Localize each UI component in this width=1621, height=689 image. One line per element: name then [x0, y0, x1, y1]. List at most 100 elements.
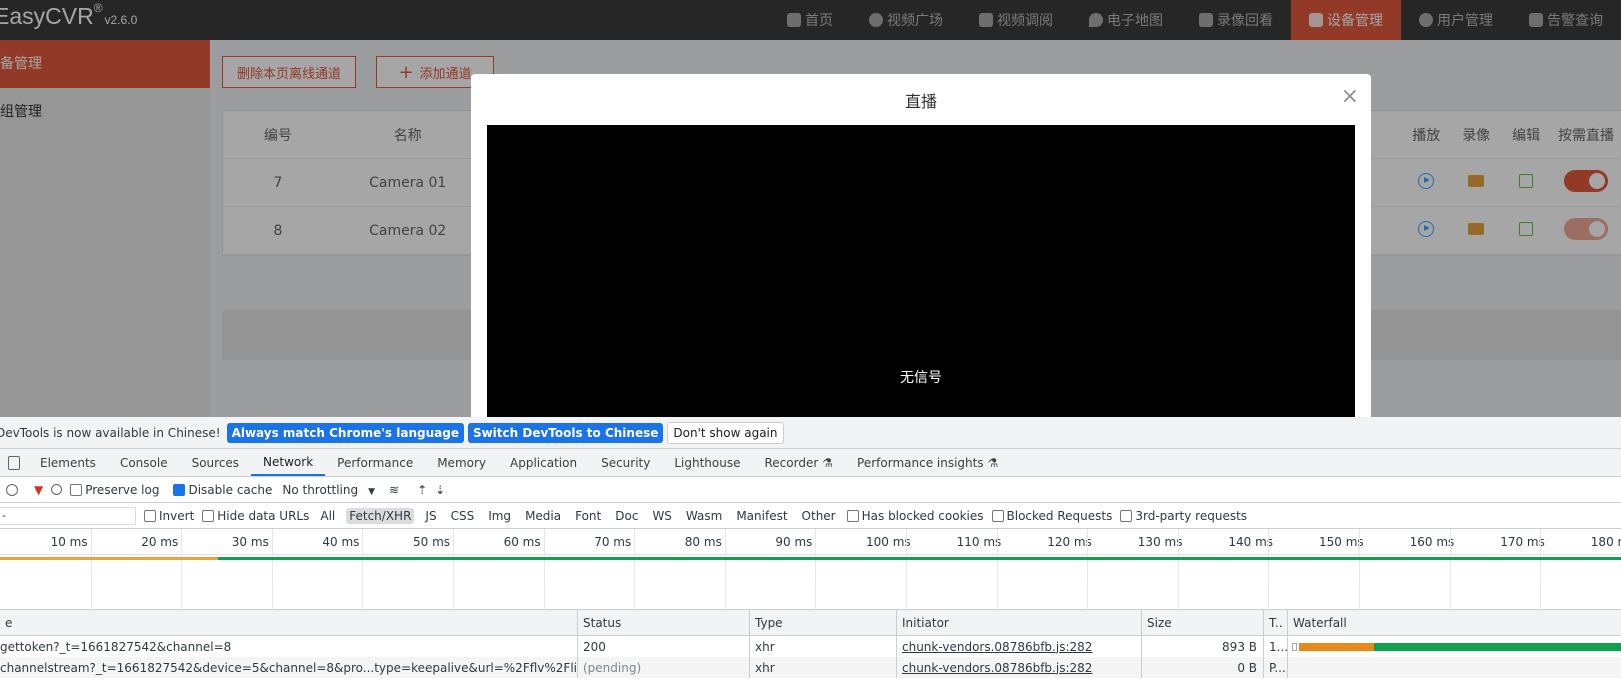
checkbox-box — [991, 510, 1004, 522]
request-initiator-link[interactable]: chunk-vendors.08786bfb.js:282 — [902, 661, 1092, 675]
search-icon[interactable] — [51, 484, 63, 495]
filter-type-ws[interactable]: WS — [649, 508, 674, 524]
easycvr-app: EasyCVR®v2.6.0 首页 视频广场 视频调阅 电子地图 录像回看 设备… — [0, 0, 1621, 417]
checkbox-box — [173, 484, 186, 496]
tab-console[interactable]: Console — [108, 449, 180, 476]
timeline-tick-label: 150 ms — [1319, 535, 1364, 549]
filter-type-fetch-xhr[interactable]: Fetch/XHR — [346, 507, 415, 524]
filter-type-css[interactable]: CSS — [448, 508, 478, 524]
overview-waiting-bar — [0, 557, 218, 560]
checkbox-box — [846, 510, 859, 522]
preserve-log-label: Preserve log — [85, 482, 160, 497]
request-row[interactable]: gettoken?_t=1661827542&channel=8 200 xhr… — [0, 636, 1621, 657]
checkbox-box — [202, 510, 215, 522]
checkbox-box — [1120, 510, 1133, 522]
dont-show-again-button[interactable]: Don't show again — [667, 421, 784, 444]
import-har-icon[interactable]: ⇡ — [417, 483, 427, 497]
tab-performance[interactable]: Performance — [325, 449, 425, 476]
blocked-requests-label: Blocked Requests — [1006, 508, 1113, 523]
filter-type-all[interactable]: All — [317, 508, 338, 524]
request-waterfall — [1288, 657, 1621, 678]
devtools-tabs: Elements Console Sources Network Perform… — [0, 449, 1621, 477]
request-type: xhr — [750, 636, 897, 657]
has-blocked-cookies-checkbox[interactable]: Has blocked cookies — [846, 508, 984, 523]
request-grid-header: e Status Type Initiator Size T.. Waterfa… — [0, 610, 1621, 636]
filter-type-js[interactable]: JS — [422, 508, 439, 524]
request-name: channelstream?_t=1661827542&device=5&cha… — [0, 657, 578, 678]
column-header-status[interactable]: Status — [578, 610, 750, 635]
tab-elements[interactable]: Elements — [28, 449, 108, 476]
filter-icon[interactable]: ▼ — [34, 483, 43, 497]
hide-data-urls-label: Hide data URLs — [217, 508, 310, 523]
network-toolbar: ▼ Preserve log Disable cache No throttli… — [0, 477, 1621, 503]
column-header-type[interactable]: Type — [750, 610, 897, 635]
timeline-tick-label: 180 ms — [1590, 535, 1621, 549]
filter-type-manifest[interactable]: Manifest — [733, 508, 790, 524]
throttling-select[interactable]: No throttling ▼ — [282, 483, 375, 497]
checkbox-box — [144, 510, 156, 522]
timeline-tick-label: 10 ms — [50, 535, 88, 549]
blocked-requests-checkbox[interactable]: Blocked Requests — [991, 508, 1113, 523]
filter-type-font[interactable]: Font — [572, 508, 604, 524]
column-header-waterfall[interactable]: Waterfall — [1288, 610, 1621, 635]
timeline-tick-label: 130 ms — [1137, 535, 1183, 549]
disable-cache-label: Disable cache — [188, 482, 273, 497]
export-har-icon[interactable]: ⇣ — [435, 483, 445, 497]
tab-application[interactable]: Application — [498, 449, 589, 476]
tab-memory[interactable]: Memory — [425, 449, 498, 476]
switch-to-chinese-button[interactable]: Switch DevTools to Chinese — [467, 422, 664, 443]
timeline-tick-label: 30 ms — [231, 535, 269, 549]
filter-type-doc[interactable]: Doc — [612, 508, 641, 524]
request-waterfall — [1288, 636, 1621, 657]
request-name: gettoken?_t=1661827542&channel=8 — [0, 636, 578, 657]
filter-type-wasm[interactable]: Wasm — [683, 508, 725, 524]
network-conditions-icon[interactable]: ≋ — [389, 483, 399, 497]
waterfall-queue-bar — [1292, 643, 1297, 651]
flask-icon: ⚗ — [987, 455, 999, 470]
column-header-name[interactable]: e — [0, 610, 578, 635]
devtools-language-infobar: DevTools is now available in Chinese! Al… — [0, 417, 1621, 449]
network-filterbar: - Invert Hide data URLs All Fetch/XHR JS… — [0, 503, 1621, 529]
video-player[interactable]: 无信号 — [487, 125, 1355, 417]
tab-label: Performance insights — [857, 455, 984, 470]
preserve-log-checkbox[interactable]: Preserve log — [70, 483, 159, 497]
close-icon[interactable]: × — [1341, 84, 1359, 109]
has-blocked-cookies-label: Has blocked cookies — [861, 508, 984, 523]
tab-performance-insights[interactable]: Performance insights ⚗ — [845, 449, 1010, 476]
timeline-overview[interactable] — [0, 555, 1621, 610]
live-view-dialog: 直播 × 无信号 — [471, 74, 1371, 417]
timeline-tick-label: 100 ms — [866, 535, 911, 549]
column-header-size[interactable]: Size — [1142, 610, 1264, 635]
checkbox-box — [70, 484, 83, 496]
timeline-tick-label: 170 ms — [1500, 535, 1545, 549]
request-row[interactable]: channelstream?_t=1661827542&device=5&cha… — [0, 657, 1621, 678]
timeline-tick-label: 20 ms — [141, 535, 179, 549]
timeline-ruler[interactable]: 10 ms 20 ms 30 ms 40 ms 50 ms 60 ms 70 ms 80 ms… — [0, 529, 1621, 609]
clear-icon[interactable] — [6, 483, 18, 496]
request-status: 200 — [578, 636, 750, 657]
filter-input[interactable]: - — [0, 506, 136, 525]
column-header-time[interactable]: T.. — [1264, 610, 1288, 635]
hide-data-urls-checkbox[interactable]: Hide data URLs — [202, 509, 309, 523]
filter-type-media[interactable]: Media — [522, 508, 564, 524]
tab-lighthouse[interactable]: Lighthouse — [662, 449, 752, 476]
tab-sources[interactable]: Sources — [180, 449, 251, 476]
request-initiator-link[interactable]: chunk-vendors.08786bfb.js:282 — [902, 640, 1092, 654]
timeline-tick-label: 70 ms — [594, 535, 632, 549]
no-signal-label: 无信号 — [900, 370, 942, 386]
request-time: 1... — [1264, 636, 1288, 657]
always-match-language-button[interactable]: Always match Chrome's language — [226, 422, 464, 443]
chevron-down-icon: ▼ — [368, 486, 376, 497]
invert-checkbox[interactable]: Invert — [144, 509, 194, 523]
tab-security[interactable]: Security — [589, 449, 662, 476]
request-time: P... — [1264, 657, 1288, 678]
filter-type-other[interactable]: Other — [799, 508, 839, 524]
disable-cache-checkbox[interactable]: Disable cache — [173, 483, 272, 497]
tab-recorder[interactable]: Recorder ⚗ — [753, 449, 846, 476]
column-header-initiator[interactable]: Initiator — [897, 610, 1142, 635]
timeline-tick-label: 40 ms — [322, 535, 360, 549]
tab-network[interactable]: Network — [251, 449, 326, 476]
device-toolbar-icon[interactable] — [0, 449, 28, 476]
third-party-requests-checkbox[interactable]: 3rd-party requests — [1120, 509, 1247, 523]
filter-type-img[interactable]: Img — [485, 508, 514, 524]
